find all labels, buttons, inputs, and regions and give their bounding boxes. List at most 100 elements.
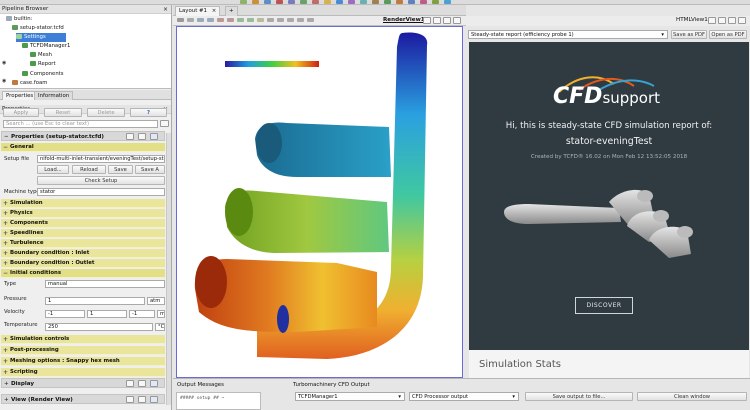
tab-information[interactable]: Information xyxy=(34,91,74,100)
reset-button[interactable]: Reset xyxy=(44,108,82,117)
processor-select[interactable]: CFD Processor output ▾ xyxy=(409,392,519,401)
split-vertical-icon[interactable] xyxy=(433,17,441,24)
tree-item-builtin[interactable]: builtin: xyxy=(6,15,32,24)
section-turbulence[interactable]: + Turbulence xyxy=(1,239,165,248)
paste-icon[interactable] xyxy=(138,396,146,403)
section-meshing-options[interactable]: + Meshing options : Snappy hex mesh xyxy=(1,357,165,366)
section-general[interactable]: − General xyxy=(1,143,165,152)
reload-button[interactable]: Reload xyxy=(72,165,106,174)
toolbar-icon[interactable] xyxy=(432,0,439,4)
select-icon[interactable] xyxy=(257,18,264,22)
toolbar-icon[interactable] xyxy=(300,0,307,4)
copy-icon[interactable] xyxy=(126,380,134,387)
select-icon[interactable] xyxy=(247,18,254,22)
pressure-unit[interactable]: atm xyxy=(147,297,165,305)
toolbar-icon[interactable] xyxy=(384,0,391,4)
select-icon[interactable] xyxy=(287,18,294,22)
view-group-header[interactable]: + View (Render View) xyxy=(1,394,165,404)
close-icon[interactable] xyxy=(453,17,461,24)
section-bc-outlet[interactable]: + Boundary condition : Outlet xyxy=(1,259,165,268)
machine-type-field[interactable]: stator xyxy=(37,188,165,196)
tree-item-setup-stator[interactable]: setup-stator.tcfd xyxy=(12,24,64,33)
tab-layout-1[interactable]: Layout #1 × xyxy=(175,6,221,16)
axes-icon[interactable] xyxy=(207,18,214,22)
tree-item-components[interactable]: Components xyxy=(22,70,64,79)
velocity-unit[interactable]: m xyxy=(157,310,165,318)
close-icon[interactable] xyxy=(738,17,746,24)
tree-item-case-foam[interactable]: case.foam xyxy=(12,79,47,88)
paste-icon[interactable] xyxy=(138,380,146,387)
tree-item-report[interactable]: Report xyxy=(30,60,56,69)
toolbar-icon[interactable] xyxy=(444,0,451,4)
reset-camera-icon[interactable] xyxy=(177,18,184,22)
save-output-button[interactable]: Save output to file... xyxy=(525,392,633,401)
render-view-label[interactable]: RenderView1 xyxy=(383,17,425,23)
gear-icon[interactable] xyxy=(160,120,169,127)
tree-item-mesh[interactable]: Mesh xyxy=(30,51,52,60)
copy-icon[interactable] xyxy=(126,396,134,403)
select-icon[interactable] xyxy=(307,18,314,22)
temperature-field[interactable]: 250 xyxy=(45,323,153,331)
properties-scrollbar[interactable] xyxy=(166,133,171,405)
maximize-icon[interactable] xyxy=(728,17,736,24)
refresh-icon[interactable] xyxy=(150,380,158,387)
axes-icon[interactable] xyxy=(197,18,204,22)
select-icon[interactable] xyxy=(277,18,284,22)
toolbar-icon[interactable] xyxy=(336,0,343,4)
toolbar-icon[interactable] xyxy=(408,0,415,4)
html-view-label[interactable]: HTMLView1 xyxy=(676,17,708,23)
section-scripting[interactable]: + Scripting xyxy=(1,368,165,377)
close-icon[interactable]: × xyxy=(212,8,217,14)
split-horizontal-icon[interactable] xyxy=(708,17,716,24)
search-input[interactable]: Search ... (use Esc to clear text) xyxy=(3,120,158,128)
section-initial-conditions[interactable]: − Initial conditions xyxy=(1,269,165,278)
manager-select[interactable]: TCFDManager1 ▾ xyxy=(295,392,405,401)
refresh-icon[interactable] xyxy=(150,396,158,403)
toolbar-icon[interactable] xyxy=(276,0,283,4)
check-setup-button[interactable]: Check Setup xyxy=(37,176,165,185)
section-bc-inlet[interactable]: + Boundary condition : Inlet xyxy=(1,249,165,258)
delete-button[interactable]: Delete xyxy=(87,108,125,117)
select-icon[interactable] xyxy=(217,18,224,22)
color-legend-bar[interactable] xyxy=(225,61,319,67)
split-vertical-icon[interactable] xyxy=(718,17,726,24)
maximize-icon[interactable] xyxy=(443,17,451,24)
velocity-y-field[interactable]: 1 xyxy=(87,310,127,318)
eye-icon[interactable]: ◉ xyxy=(2,78,6,84)
report-select[interactable]: Steady-state report (efficiency probe 1)… xyxy=(468,30,668,39)
help-button[interactable]: ? xyxy=(130,108,167,117)
select-icon[interactable] xyxy=(227,18,234,22)
pressure-field[interactable]: 1 xyxy=(45,297,145,305)
close-icon[interactable]: × xyxy=(163,5,168,14)
add-layout-tab[interactable]: + xyxy=(225,6,238,16)
discover-button[interactable]: DISCOVER xyxy=(575,297,633,314)
save-as-pdf-button[interactable]: Save as PDF xyxy=(671,30,707,39)
select-icon[interactable] xyxy=(297,18,304,22)
render-view[interactable] xyxy=(176,26,463,378)
toolbar-icon[interactable] xyxy=(324,0,331,4)
toolbar-icon[interactable] xyxy=(360,0,367,4)
apply-button[interactable]: Apply xyxy=(3,108,39,117)
toolbar-icon[interactable] xyxy=(288,0,295,4)
setup-file-field[interactable]: nifold-multi-inlet-transient/eveningTest… xyxy=(37,155,165,163)
load-button[interactable]: Load... xyxy=(37,165,69,174)
save-as-button[interactable]: Save A xyxy=(135,165,165,174)
display-group-header[interactable]: + Display xyxy=(1,378,165,388)
temperature-unit[interactable]: °C xyxy=(155,323,165,331)
section-physics[interactable]: + Physics xyxy=(1,209,165,218)
eye-icon[interactable]: ◉ xyxy=(2,60,6,66)
section-simulation[interactable]: + Simulation xyxy=(1,199,165,208)
select-icon[interactable] xyxy=(237,18,244,22)
toolbar-icon[interactable] xyxy=(312,0,319,4)
tab-properties[interactable]: Properties xyxy=(2,91,38,100)
velocity-x-field[interactable]: -1 xyxy=(45,310,85,318)
select-icon[interactable] xyxy=(267,18,274,22)
section-components[interactable]: + Components xyxy=(1,219,165,228)
toolbar-icon[interactable] xyxy=(240,0,247,4)
section-simulation-controls[interactable]: + Simulation controls xyxy=(1,335,165,344)
section-post-processing[interactable]: + Post-processing xyxy=(1,346,165,355)
tree-item-tcfdmanager[interactable]: TCFDManager1 xyxy=(22,42,70,51)
toolbar-icon[interactable] xyxy=(396,0,403,4)
toolbar-icon[interactable] xyxy=(420,0,427,4)
type-select[interactable]: manual xyxy=(45,280,165,288)
